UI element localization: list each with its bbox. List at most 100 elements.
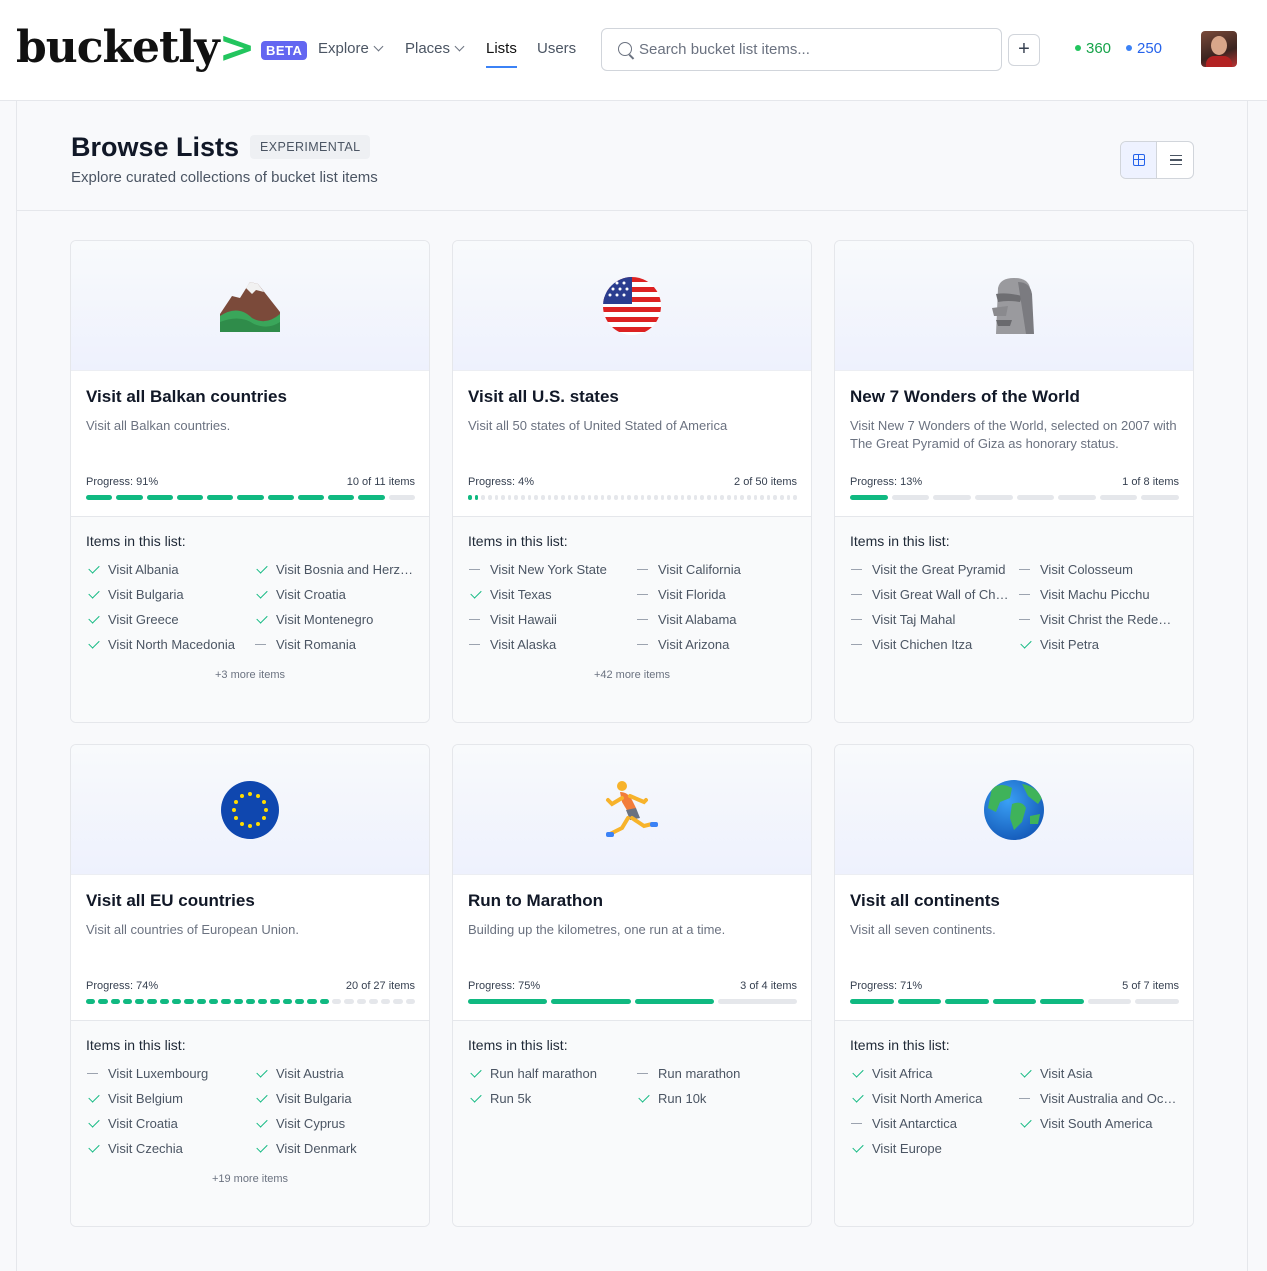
list-item[interactable]: Visit Alaska <box>468 637 628 653</box>
list-item[interactable]: Visit Africa <box>850 1066 1010 1082</box>
list-item[interactable]: Visit North Macedonia <box>86 637 246 653</box>
list-card[interactable]: Visit all EU countries Visit all countrie… <box>70 744 430 1227</box>
progress-segment <box>614 495 618 500</box>
logo[interactable]: bucketly> <box>16 18 256 78</box>
list-item-label: Run half marathon <box>490 1066 597 1081</box>
list-item[interactable]: Visit Chichen Itza <box>850 637 1010 653</box>
list-item[interactable]: Visit Asia <box>1018 1066 1178 1082</box>
list-item[interactable]: Visit Austria <box>254 1066 414 1082</box>
list-item[interactable]: Visit Australia and Oceania <box>1018 1091 1178 1107</box>
list-item[interactable]: Run marathon <box>636 1066 796 1082</box>
list-item[interactable]: Visit the Great Pyramid <box>850 562 1010 578</box>
check-icon <box>88 1116 100 1128</box>
check-icon <box>88 612 100 624</box>
list-item[interactable]: Visit Albania <box>86 562 246 578</box>
progress-segment <box>494 495 499 500</box>
list-item[interactable]: Visit North America <box>850 1091 1010 1107</box>
search-input[interactable] <box>639 29 989 70</box>
progress-count: 1 of 8 items <box>1122 476 1179 488</box>
progress-segment <box>86 999 96 1004</box>
check-icon <box>256 612 268 624</box>
more-items-link[interactable]: +19 more items <box>71 1173 429 1186</box>
list-card[interactable]: Visit all Balkan countries Visit all Balk… <box>70 240 430 723</box>
list-item[interactable]: Visit Florida <box>636 587 796 603</box>
list-view-button[interactable] <box>1158 142 1193 178</box>
experimental-badge: EXPERIMENTAL <box>250 135 371 159</box>
list-card[interactable]: Run to Marathon Building up the kilometre… <box>452 744 812 1227</box>
list-item-label: Visit Bulgaria <box>276 1091 352 1106</box>
progress-segment <box>521 495 525 500</box>
progress-segment <box>135 999 145 1004</box>
list-card[interactable]: New 7 Wonders of the World Visit New 7 Wo… <box>834 240 1194 723</box>
list-item-label: Visit New York State <box>490 562 607 577</box>
list-item[interactable]: Visit California <box>636 562 796 578</box>
list-item[interactable]: Run 10k <box>636 1091 796 1107</box>
list-item[interactable]: Visit Colosseum <box>1018 562 1178 578</box>
list-item[interactable]: Visit Romania <box>254 637 414 653</box>
list-item[interactable]: Visit Luxembourg <box>86 1066 246 1082</box>
list-item[interactable]: Run 5k <box>468 1091 628 1107</box>
progress-segment <box>667 495 671 500</box>
list-item-label: Visit Denmark <box>276 1141 357 1156</box>
progress-segment <box>1141 495 1179 500</box>
list-item[interactable]: Visit Bosnia and Herzegovina <box>254 562 414 578</box>
green-points-stat: 360 <box>1075 40 1111 58</box>
list-item[interactable]: Visit Antarctica <box>850 1116 1010 1132</box>
check-icon <box>470 1091 482 1103</box>
card-description: Visit New 7 Wonders of the World, select… <box>850 418 1177 451</box>
progress-segment <box>640 495 645 500</box>
more-items-link[interactable]: +3 more items <box>71 669 429 682</box>
progress-segment <box>740 495 744 500</box>
progress-segment <box>693 495 698 500</box>
nav-places[interactable]: Places <box>405 40 465 58</box>
check-icon <box>256 1091 268 1103</box>
list-item[interactable]: Visit Alabama <box>636 612 796 628</box>
list-item[interactable]: Visit New York State <box>468 562 628 578</box>
progress-segment <box>116 495 143 500</box>
progress-segment <box>600 495 605 500</box>
avatar[interactable] <box>1201 31 1237 67</box>
nav-explore[interactable]: Explore <box>318 40 384 58</box>
list-item[interactable]: Visit Christ the Redeemer <box>1018 612 1178 628</box>
list-item[interactable]: Visit Greece <box>86 612 246 628</box>
list-item[interactable]: Visit Czechia <box>86 1141 246 1157</box>
progress-segment <box>307 999 317 1004</box>
list-item[interactable]: Visit Cyprus <box>254 1116 414 1132</box>
more-items-link[interactable]: +42 more items <box>453 669 811 682</box>
list-item[interactable]: Visit Hawaii <box>468 612 628 628</box>
list-item[interactable]: Run half marathon <box>468 1066 628 1082</box>
list-item[interactable]: Visit Croatia <box>86 1116 246 1132</box>
list-item[interactable]: Visit Croatia <box>254 587 414 603</box>
list-item[interactable]: Visit Texas <box>468 587 628 603</box>
list-card[interactable]: Visit all U.S. states Visit all 50 states… <box>452 240 812 723</box>
list-card[interactable]: Visit all continents Visit all seven cont… <box>834 744 1194 1227</box>
progress-label: Progress: 75% <box>468 980 541 992</box>
items-heading: Items in this list: <box>86 533 186 549</box>
list-item[interactable]: Visit South America <box>1018 1116 1178 1132</box>
nav-lists[interactable]: Lists <box>486 40 517 68</box>
list-item[interactable]: Visit Belgium <box>86 1091 246 1107</box>
list-item[interactable]: Visit Great Wall of China <box>850 587 1010 603</box>
list-item[interactable]: Visit Denmark <box>254 1141 414 1157</box>
card-title: Run to Marathon <box>468 891 604 910</box>
runner-icon <box>600 778 664 842</box>
progress-segment <box>122 999 133 1004</box>
grid-view-button[interactable] <box>1121 142 1157 178</box>
list-item[interactable]: Visit Machu Picchu <box>1018 587 1178 603</box>
list-item[interactable]: Visit Bulgaria <box>254 1091 414 1107</box>
check-icon <box>88 1141 100 1153</box>
list-item[interactable]: Visit Taj Mahal <box>850 612 1010 628</box>
dash-icon <box>851 1123 862 1125</box>
items-heading: Items in this list: <box>850 1037 950 1053</box>
list-item[interactable]: Visit Bulgaria <box>86 587 246 603</box>
list-item[interactable]: Visit Arizona <box>636 637 796 653</box>
blue-dot-icon <box>1126 45 1132 51</box>
check-icon <box>88 562 100 574</box>
progress-segment <box>146 495 173 500</box>
list-item[interactable]: Visit Montenegro <box>254 612 414 628</box>
nav-users[interactable]: Users <box>537 40 576 58</box>
list-item[interactable]: Visit Europe <box>850 1141 1010 1157</box>
progress-segment <box>184 999 194 1004</box>
add-button[interactable]: + <box>1008 34 1040 66</box>
list-item[interactable]: Visit Petra <box>1018 637 1178 653</box>
